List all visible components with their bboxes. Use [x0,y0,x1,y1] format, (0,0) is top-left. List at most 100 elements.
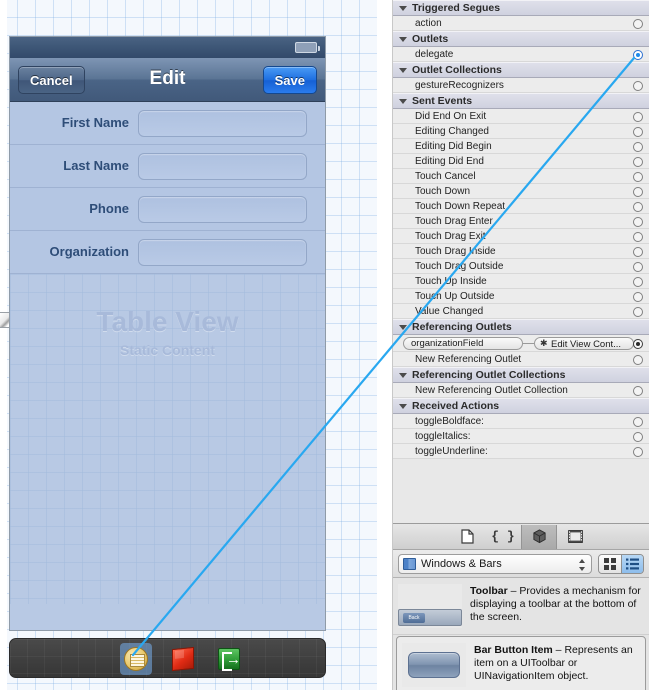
connection-row[interactable]: Touch Drag Enter [393,214,649,229]
connection-row[interactable]: Touch Down [393,184,649,199]
disclosure-triangle-icon[interactable] [399,403,407,409]
library-view-toggle[interactable] [598,553,644,574]
section-title: Referencing Outlet Collections [412,368,566,381]
object-library-panel[interactable]: { } Windows & Bars Back Toolbar – Provid… [393,524,649,690]
section-header-outlets[interactable]: Outlets [393,31,649,47]
disclosure-triangle-icon[interactable] [399,5,407,11]
connection-row-action[interactable]: action [393,16,649,31]
connection-label: New Referencing Outlet Collection [415,385,568,396]
connection-well[interactable] [633,276,643,287]
connection-row[interactable]: toggleItalics: [393,429,649,444]
connection-row[interactable]: Touch Drag Exit [393,229,649,244]
connection-row[interactable]: Touch Drag Outside [393,259,649,274]
section-header-sent-events[interactable]: Sent Events [393,93,649,109]
connection-row[interactable]: Touch Down Repeat [393,199,649,214]
canvas-vertical-scrollbar[interactable] [377,0,393,690]
connection-well[interactable] [633,156,643,167]
referencing-outlet-connection-row[interactable]: organizationField ✱ Edit View Cont... [393,335,649,352]
section-title: Received Actions [412,399,500,412]
connection-row[interactable]: Editing Did Begin [393,139,649,154]
connection-row[interactable]: Touch Up Outside [393,289,649,304]
library-item-text: Toolbar – Provides a mechanism for displ… [470,584,643,628]
connection-row[interactable]: Editing Changed [393,124,649,139]
connection-row-new-referencing-outlet-collection[interactable]: New Referencing Outlet Collection [393,383,649,398]
library-tab-bar[interactable]: { } [393,524,649,550]
connection-well[interactable] [633,141,643,152]
dock-item-view-controller[interactable] [120,643,152,675]
connection-well[interactable] [633,261,643,272]
connection-row-new-referencing-outlet[interactable]: New Referencing Outlet [393,352,649,367]
file-template-library-icon[interactable] [449,525,485,549]
dock-item-exit[interactable] [213,643,245,675]
table-row[interactable]: First Name [10,102,325,145]
save-button[interactable]: Save [262,66,317,94]
section-header-referencing-outlet-collections[interactable]: Referencing Outlet Collections [393,367,649,383]
connection-row[interactable]: toggleUnderline: [393,444,649,459]
disclosure-triangle-icon[interactable] [399,324,407,330]
media-library-icon[interactable] [557,525,593,549]
object-library-icon[interactable] [521,524,557,549]
code-snippet-library-icon[interactable]: { } [485,525,521,549]
dock-item-first-responder[interactable] [167,643,199,675]
connection-well[interactable] [633,126,643,137]
referencing-outlet-source-pill[interactable]: organizationField [403,337,523,350]
connection-well-delegate[interactable] [633,49,643,60]
connection-row-delegate[interactable]: delegate [393,47,649,62]
table-row[interactable]: Organization [10,231,325,274]
scene-dock[interactable] [9,638,326,678]
section-header-referencing-outlets[interactable]: Referencing Outlets [393,319,649,335]
connection-row[interactable]: toggleBoldface: [393,414,649,429]
disclosure-triangle-icon[interactable] [399,372,407,378]
phone-field[interactable] [138,196,307,223]
connection-row-gesture-recognizers[interactable]: gestureRecognizers [393,78,649,93]
connection-well[interactable] [633,385,643,396]
table-view-placeholder[interactable]: Table View Static Content [10,274,325,604]
organization-field[interactable] [138,239,307,266]
referencing-outlet-target-label: Edit View Cont... [551,339,622,350]
section-header-triggered-segues[interactable]: Triggered Segues [393,0,649,16]
navigation-bar[interactable]: Cancel Edit Save [10,58,325,102]
disclosure-triangle-icon[interactable] [399,36,407,42]
view-controller-scene[interactable]: Cancel Edit Save First Name Last Name Ph… [9,36,326,631]
connection-well[interactable] [633,231,643,242]
connection-row[interactable]: Touch Drag Inside [393,244,649,259]
connection-well[interactable] [633,446,643,457]
section-header-received-actions[interactable]: Received Actions [393,398,649,414]
library-item-bar-button-item[interactable]: Bar Button Item – Represents an item on … [396,636,646,690]
connections-inspector[interactable]: Triggered Segues action Outlets delegate… [393,0,649,524]
disclosure-triangle-icon[interactable] [399,98,407,104]
connection-well[interactable] [633,201,643,212]
connection-well[interactable] [633,18,643,29]
toolbar-thumbnail [398,584,462,628]
grid-view-button[interactable] [599,554,621,573]
storyboard-canvas[interactable]: Cancel Edit Save First Name Last Name Ph… [0,0,379,690]
connection-well[interactable] [633,431,643,442]
connection-well[interactable] [633,171,643,182]
connection-well[interactable] [633,306,643,317]
connection-well[interactable] [633,111,643,122]
table-row[interactable]: Phone [10,188,325,231]
library-category-select[interactable]: Windows & Bars [398,553,592,574]
connection-row[interactable]: Touch Up Inside [393,274,649,289]
organization-label: Organization [49,244,129,259]
connection-well[interactable] [633,216,643,227]
first-name-field[interactable] [138,110,307,137]
connection-well[interactable] [633,80,643,91]
library-item-toolbar[interactable]: Toolbar – Provides a mechanism for displ… [393,578,649,635]
connection-well[interactable] [633,246,643,257]
section-header-outlet-collections[interactable]: Outlet Collections [393,62,649,78]
connection-row[interactable]: Editing Did End [393,154,649,169]
table-row[interactable]: Last Name [10,145,325,188]
connection-row[interactable]: Value Changed [393,304,649,319]
last-name-field[interactable] [138,153,307,180]
connection-well[interactable] [633,186,643,197]
connection-row[interactable]: Touch Cancel [393,169,649,184]
connection-well-referencing[interactable] [633,338,643,349]
connection-well[interactable] [633,291,643,302]
list-view-button[interactable] [621,554,643,573]
library-filter-bar[interactable]: Windows & Bars [393,550,649,578]
disclosure-triangle-icon[interactable] [399,67,407,73]
connection-well[interactable] [633,354,643,365]
connection-row[interactable]: Did End On Exit [393,109,649,124]
connection-well[interactable] [633,416,643,427]
